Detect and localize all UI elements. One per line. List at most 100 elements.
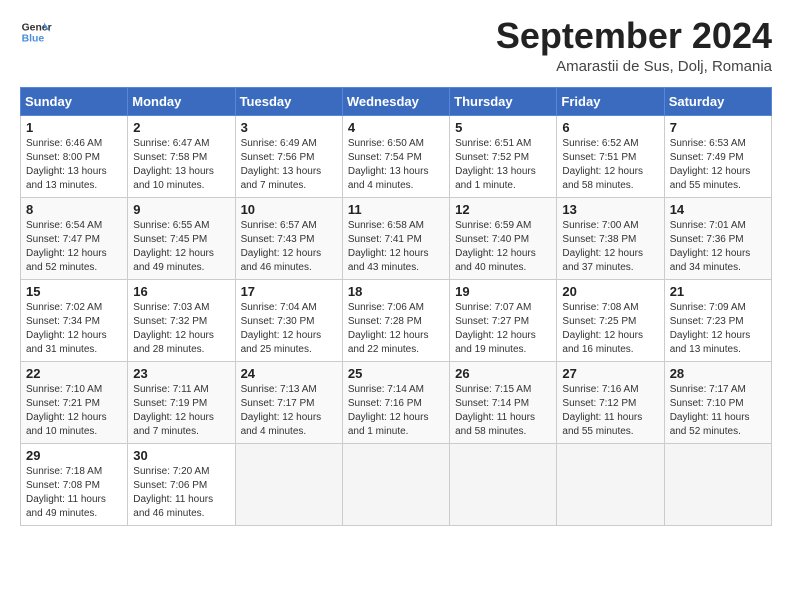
- calendar-cell: 26 Sunrise: 7:15 AM Sunset: 7:14 PM Dayli…: [450, 361, 557, 443]
- calendar-cell: 25 Sunrise: 7:14 AM Sunset: 7:16 PM Dayli…: [342, 361, 449, 443]
- day-info: Sunrise: 7:10 AM Sunset: 7:21 PM Dayligh…: [26, 383, 122, 439]
- day-number: 21: [670, 284, 766, 299]
- calendar-cell: 4 Sunrise: 6:50 AM Sunset: 7:54 PM Daylig…: [342, 115, 449, 197]
- calendar-week-2: 8 Sunrise: 6:54 AM Sunset: 7:47 PM Daylig…: [21, 197, 772, 279]
- day-number: 24: [241, 366, 337, 381]
- day-info: Sunrise: 6:54 AM Sunset: 7:47 PM Dayligh…: [26, 219, 122, 275]
- day-info: Sunrise: 6:46 AM Sunset: 8:00 PM Dayligh…: [26, 137, 122, 193]
- day-number: 10: [241, 202, 337, 217]
- weekday-header-monday: Monday: [128, 87, 235, 115]
- day-number: 8: [26, 202, 122, 217]
- calendar-header: SundayMondayTuesdayWednesdayThursdayFrid…: [21, 87, 772, 115]
- calendar-cell: 10 Sunrise: 6:57 AM Sunset: 7:43 PM Dayli…: [235, 197, 342, 279]
- day-number: 6: [562, 120, 658, 135]
- day-info: Sunrise: 6:59 AM Sunset: 7:40 PM Dayligh…: [455, 219, 551, 275]
- calendar-cell: 18 Sunrise: 7:06 AM Sunset: 7:28 PM Dayli…: [342, 279, 449, 361]
- day-number: 18: [348, 284, 444, 299]
- calendar-cell: 19Sunrise: 7:07 AM Sunset: 7:27 PM Dayli…: [450, 279, 557, 361]
- calendar-week-5: 29Sunrise: 7:18 AM Sunset: 7:08 PM Dayli…: [21, 443, 772, 525]
- day-number: 22: [26, 366, 122, 381]
- calendar-cell: 8 Sunrise: 6:54 AM Sunset: 7:47 PM Daylig…: [21, 197, 128, 279]
- day-number: 14: [670, 202, 766, 217]
- calendar-cell: 12 Sunrise: 6:59 AM Sunset: 7:40 PM Dayli…: [450, 197, 557, 279]
- day-info: Sunrise: 7:20 AM Sunset: 7:06 PM Dayligh…: [133, 465, 229, 521]
- day-info: Sunrise: 7:08 AM Sunset: 7:25 PM Dayligh…: [562, 301, 658, 357]
- day-info: Sunrise: 6:50 AM Sunset: 7:54 PM Dayligh…: [348, 137, 444, 193]
- svg-text:Blue: Blue: [22, 34, 45, 45]
- day-info: Sunrise: 6:55 AM Sunset: 7:45 PM Dayligh…: [133, 219, 229, 275]
- day-number: 12: [455, 202, 551, 217]
- weekday-row: SundayMondayTuesdayWednesdayThursdayFrid…: [21, 87, 772, 115]
- day-info: Sunrise: 6:57 AM Sunset: 7:43 PM Dayligh…: [241, 219, 337, 275]
- day-number: 7: [670, 120, 766, 135]
- calendar-cell: 3 Sunrise: 6:49 AM Sunset: 7:56 PM Daylig…: [235, 115, 342, 197]
- day-number: 29: [26, 448, 122, 463]
- day-number: 9: [133, 202, 229, 217]
- calendar-cell: [557, 443, 664, 525]
- day-info: Sunrise: 6:49 AM Sunset: 7:56 PM Dayligh…: [241, 137, 337, 193]
- day-number: 23: [133, 366, 229, 381]
- day-info: Sunrise: 7:17 AM Sunset: 7:10 PM Dayligh…: [670, 383, 766, 439]
- day-number: 26: [455, 366, 551, 381]
- calendar-cell: 11 Sunrise: 6:58 AM Sunset: 7:41 PM Dayli…: [342, 197, 449, 279]
- calendar-week-4: 22 Sunrise: 7:10 AM Sunset: 7:21 PM Dayli…: [21, 361, 772, 443]
- day-info: Sunrise: 6:52 AM Sunset: 7:51 PM Dayligh…: [562, 137, 658, 193]
- calendar-cell: 6 Sunrise: 6:52 AM Sunset: 7:51 PM Daylig…: [557, 115, 664, 197]
- day-number: 20: [562, 284, 658, 299]
- title-area: September 2024 Amarastii de Sus, Dolj, R…: [496, 16, 772, 75]
- calendar-table: SundayMondayTuesdayWednesdayThursdayFrid…: [20, 87, 772, 526]
- location-subtitle: Amarastii de Sus, Dolj, Romania: [496, 58, 772, 75]
- day-info: Sunrise: 7:06 AM Sunset: 7:28 PM Dayligh…: [348, 301, 444, 357]
- day-number: 4: [348, 120, 444, 135]
- calendar-week-1: 1 Sunrise: 6:46 AM Sunset: 8:00 PM Daylig…: [21, 115, 772, 197]
- calendar-cell: [664, 443, 771, 525]
- day-info: Sunrise: 6:53 AM Sunset: 7:49 PM Dayligh…: [670, 137, 766, 193]
- weekday-header-saturday: Saturday: [664, 87, 771, 115]
- month-title: September 2024: [496, 16, 772, 56]
- day-number: 11: [348, 202, 444, 217]
- calendar-body: 1 Sunrise: 6:46 AM Sunset: 8:00 PM Daylig…: [21, 115, 772, 525]
- calendar-week-3: 15Sunrise: 7:02 AM Sunset: 7:34 PM Dayli…: [21, 279, 772, 361]
- day-number: 25: [348, 366, 444, 381]
- day-info: Sunrise: 7:01 AM Sunset: 7:36 PM Dayligh…: [670, 219, 766, 275]
- weekday-header-tuesday: Tuesday: [235, 87, 342, 115]
- day-info: Sunrise: 7:15 AM Sunset: 7:14 PM Dayligh…: [455, 383, 551, 439]
- calendar-cell: 24 Sunrise: 7:13 AM Sunset: 7:17 PM Dayli…: [235, 361, 342, 443]
- day-number: 5: [455, 120, 551, 135]
- day-info: Sunrise: 7:14 AM Sunset: 7:16 PM Dayligh…: [348, 383, 444, 439]
- calendar-cell: 15Sunrise: 7:02 AM Sunset: 7:34 PM Dayli…: [21, 279, 128, 361]
- day-info: Sunrise: 7:16 AM Sunset: 7:12 PM Dayligh…: [562, 383, 658, 439]
- header: General Blue September 2024 Amarastii de…: [20, 16, 772, 75]
- calendar-cell: 7 Sunrise: 6:53 AM Sunset: 7:49 PM Daylig…: [664, 115, 771, 197]
- day-number: 3: [241, 120, 337, 135]
- day-info: Sunrise: 7:11 AM Sunset: 7:19 PM Dayligh…: [133, 383, 229, 439]
- day-number: 13: [562, 202, 658, 217]
- calendar-cell: 29Sunrise: 7:18 AM Sunset: 7:08 PM Dayli…: [21, 443, 128, 525]
- calendar-cell: 17Sunrise: 7:04 AM Sunset: 7:30 PM Dayli…: [235, 279, 342, 361]
- day-number: 30: [133, 448, 229, 463]
- calendar-cell: 22 Sunrise: 7:10 AM Sunset: 7:21 PM Dayli…: [21, 361, 128, 443]
- weekday-header-friday: Friday: [557, 87, 664, 115]
- calendar-cell: 13 Sunrise: 7:00 AM Sunset: 7:38 PM Dayli…: [557, 197, 664, 279]
- day-info: Sunrise: 7:13 AM Sunset: 7:17 PM Dayligh…: [241, 383, 337, 439]
- weekday-header-wednesday: Wednesday: [342, 87, 449, 115]
- calendar-cell: [342, 443, 449, 525]
- day-info: Sunrise: 7:00 AM Sunset: 7:38 PM Dayligh…: [562, 219, 658, 275]
- day-info: Sunrise: 7:04 AM Sunset: 7:30 PM Dayligh…: [241, 301, 337, 357]
- calendar-cell: 20 Sunrise: 7:08 AM Sunset: 7:25 PM Dayli…: [557, 279, 664, 361]
- day-info: Sunrise: 7:03 AM Sunset: 7:32 PM Dayligh…: [133, 301, 229, 357]
- day-info: Sunrise: 6:58 AM Sunset: 7:41 PM Dayligh…: [348, 219, 444, 275]
- calendar-cell: [235, 443, 342, 525]
- weekday-header-thursday: Thursday: [450, 87, 557, 115]
- day-info: Sunrise: 6:47 AM Sunset: 7:58 PM Dayligh…: [133, 137, 229, 193]
- weekday-header-sunday: Sunday: [21, 87, 128, 115]
- day-info: Sunrise: 7:02 AM Sunset: 7:34 PM Dayligh…: [26, 301, 122, 357]
- day-number: 2: [133, 120, 229, 135]
- calendar-cell: 30 Sunrise: 7:20 AM Sunset: 7:06 PM Dayli…: [128, 443, 235, 525]
- calendar-cell: 27Sunrise: 7:16 AM Sunset: 7:12 PM Dayli…: [557, 361, 664, 443]
- calendar-cell: 5Sunrise: 6:51 AM Sunset: 7:52 PM Daylig…: [450, 115, 557, 197]
- day-number: 19: [455, 284, 551, 299]
- day-number: 1: [26, 120, 122, 135]
- calendar-cell: 16Sunrise: 7:03 AM Sunset: 7:32 PM Dayli…: [128, 279, 235, 361]
- calendar-cell: 28Sunrise: 7:17 AM Sunset: 7:10 PM Dayli…: [664, 361, 771, 443]
